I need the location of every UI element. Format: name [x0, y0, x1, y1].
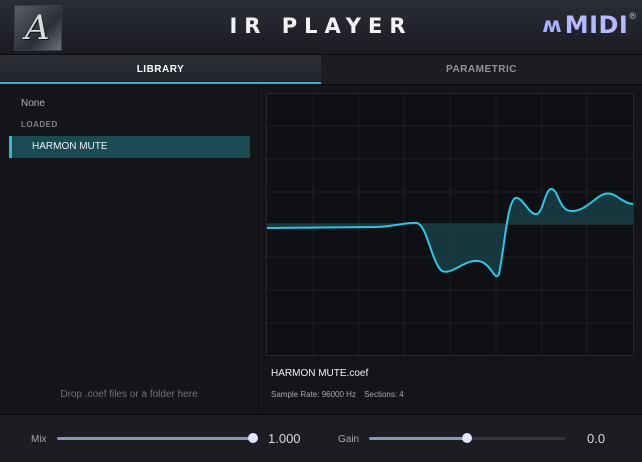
mix-value: 1.000	[268, 431, 301, 446]
library-item-selected[interactable]: HARMON MUTE	[9, 136, 250, 158]
drop-hint: Drop .coef files or a folder here	[60, 389, 198, 400]
gain-slider-thumb[interactable]	[462, 433, 472, 443]
ir-file-name: HARMON MUTE.coef	[271, 368, 369, 379]
gain-slider-fill	[369, 437, 467, 440]
library-panel: None LOADED HARMON MUTE Drop .coef files…	[0, 85, 259, 413]
brand-logo: ʍ MIDI ®	[542, 11, 636, 39]
tab-parametric[interactable]: PARAMETRIC	[321, 55, 642, 84]
tab-library[interactable]: LIBRARY	[0, 55, 321, 84]
ir-file-info: Sample Rate: 96000 Hz Sections: 4	[271, 390, 410, 399]
library-item-label: HARMON MUTE	[32, 141, 108, 152]
mix-slider[interactable]	[57, 433, 258, 443]
mix-label: Mix	[31, 434, 47, 445]
midi-wave-icon: ʍ	[542, 13, 562, 37]
brand-text: MIDI	[564, 11, 629, 39]
controls-bar: Mix 1.000 Gain 0.0	[0, 414, 642, 462]
mix-slider-fill	[57, 437, 253, 440]
sections-text: Sections: 4	[364, 390, 404, 399]
registered-mark: ®	[629, 11, 636, 21]
tab-bar: LIBRARY PARAMETRIC	[0, 55, 642, 85]
gain-value: 0.0	[587, 431, 606, 446]
loaded-section-header: LOADED	[21, 120, 58, 129]
library-item-none[interactable]: None	[21, 98, 45, 109]
gain-label: Gain	[338, 434, 360, 445]
gain-slider[interactable]	[369, 433, 565, 443]
ir-preview-panel: HARMON MUTE.coef Sample Rate: 96000 Hz S…	[259, 85, 642, 413]
mix-slider-thumb[interactable]	[248, 433, 258, 443]
response-plot	[266, 94, 634, 355]
sample-rate-text: Sample Rate: 96000 Hz	[271, 390, 356, 399]
header-bar: A IR PLAYER ʍ MIDI ®	[0, 0, 642, 55]
frequency-response-graph	[266, 93, 634, 356]
